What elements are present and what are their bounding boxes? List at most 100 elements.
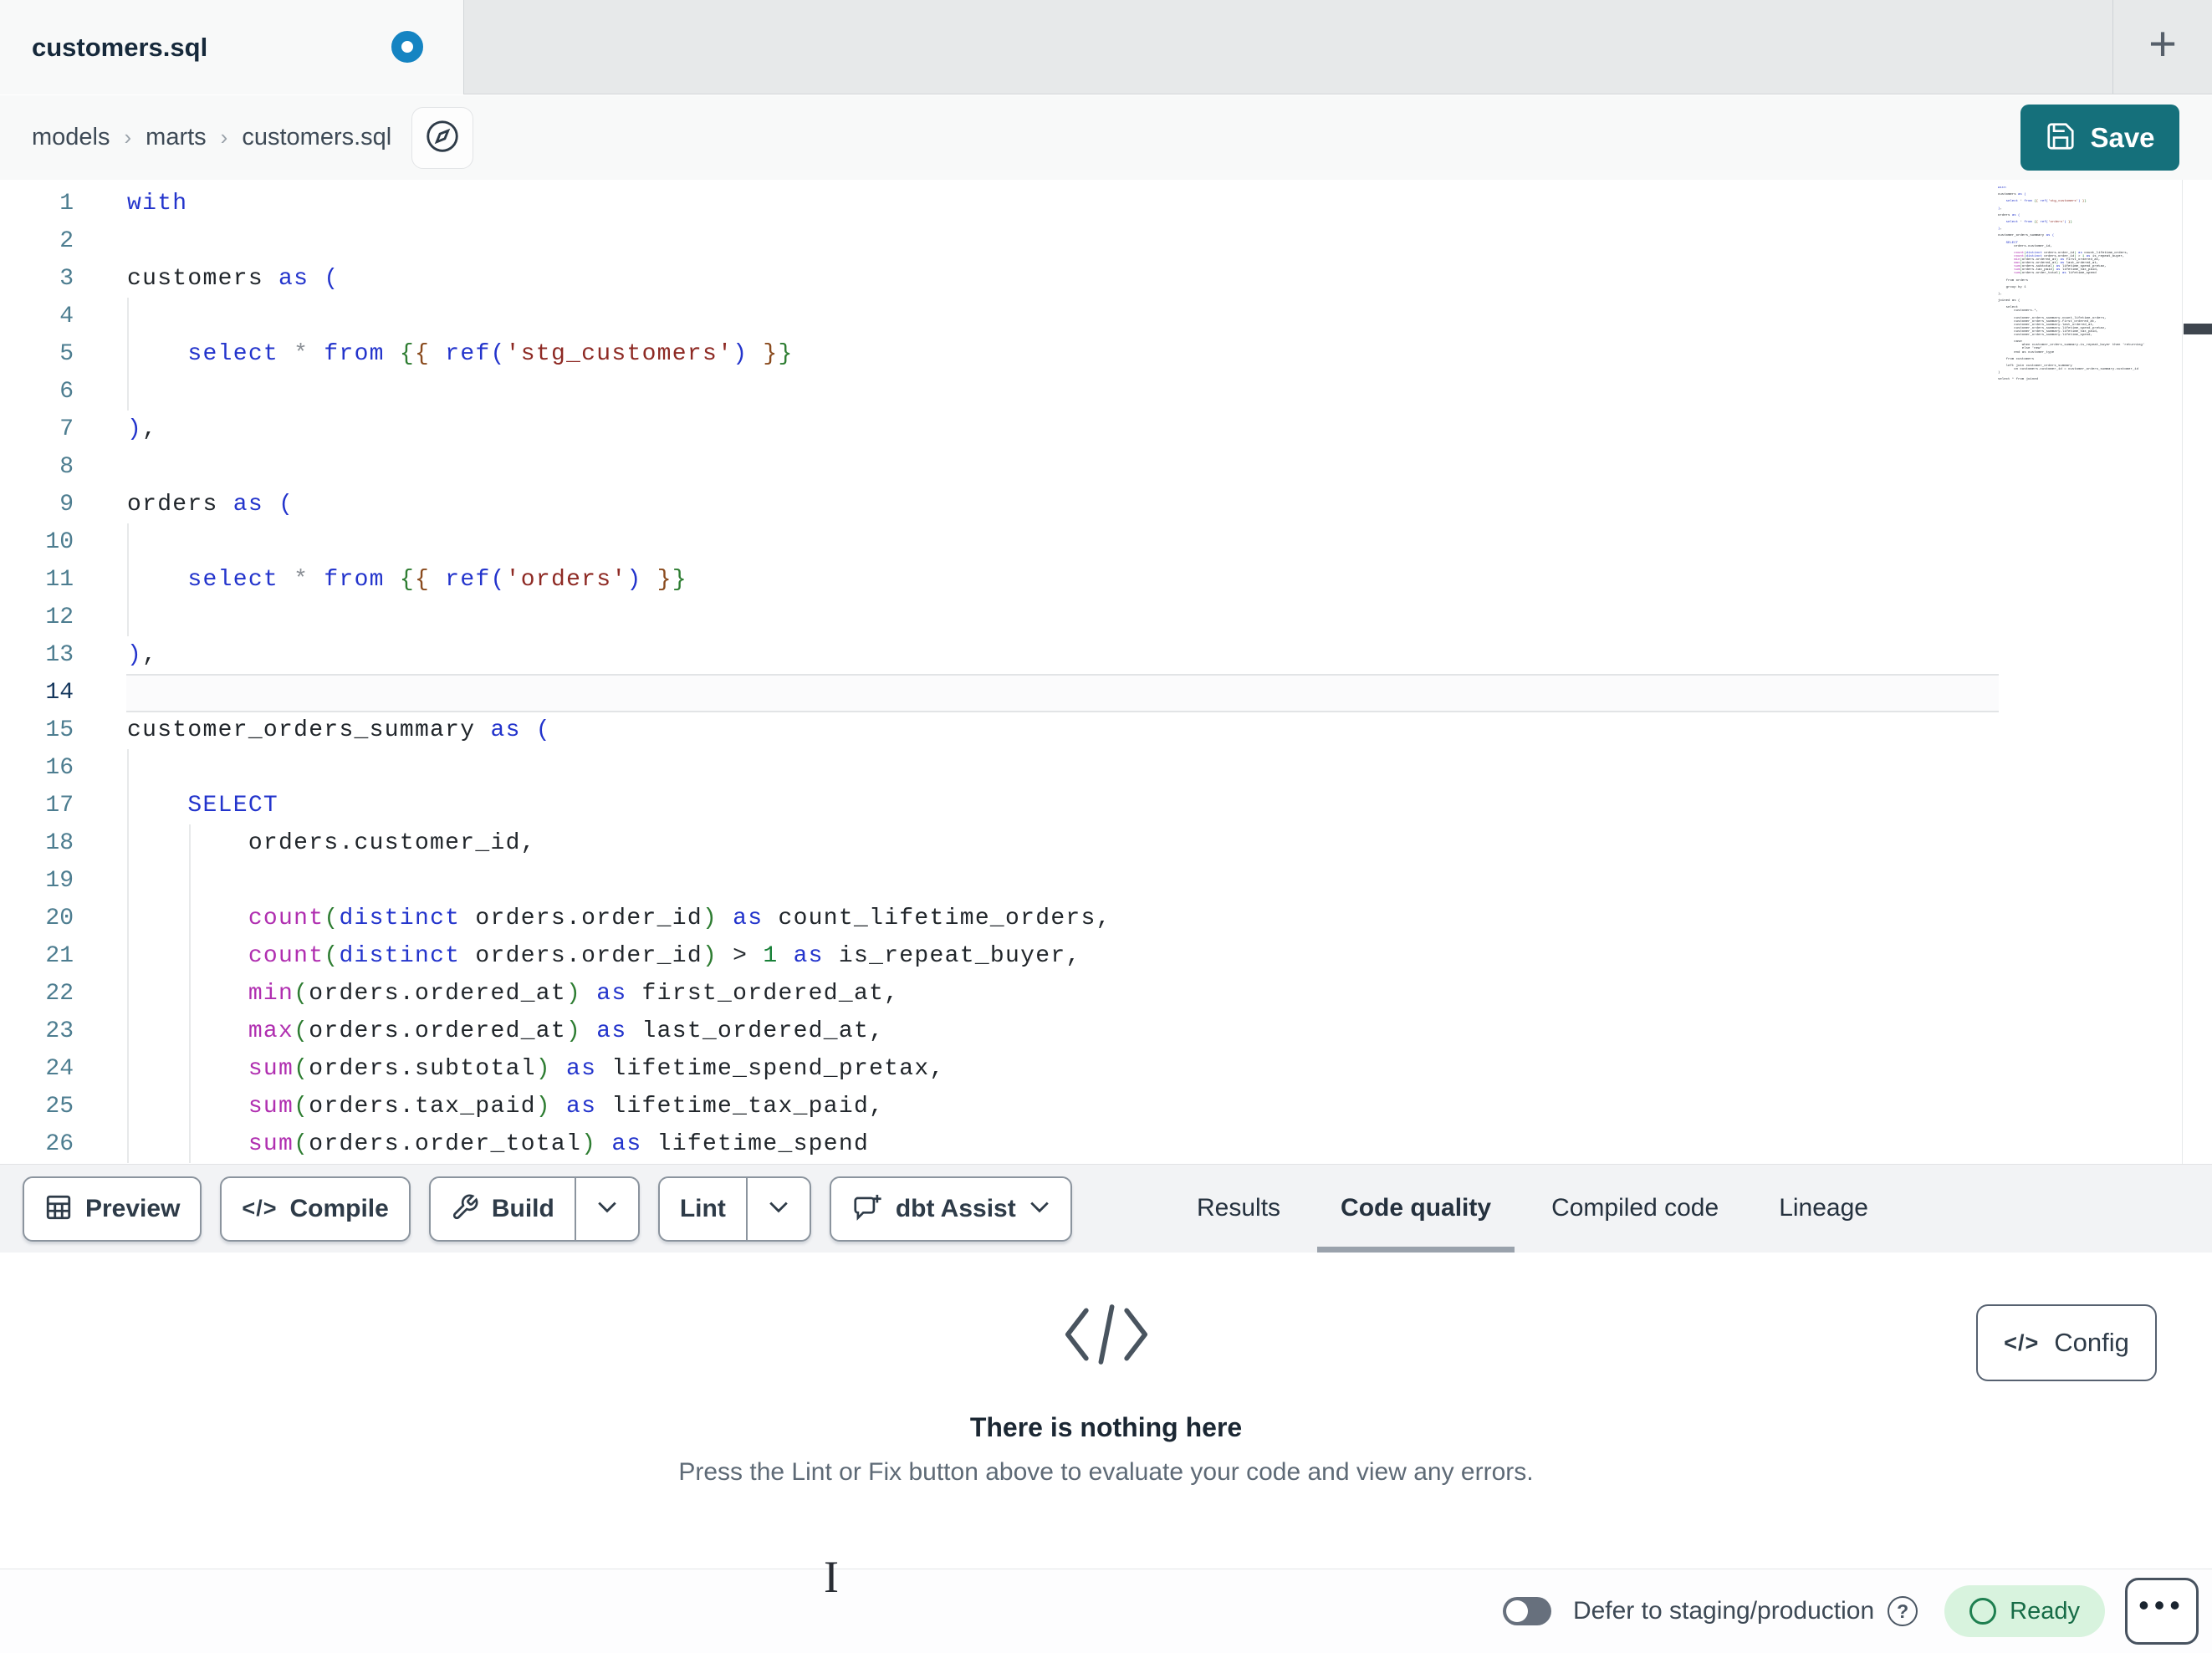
status-bar: Defer to staging/production ? Ready •••: [0, 1569, 2212, 1653]
code-line-3[interactable]: customers as (: [127, 260, 1995, 298]
dbt-assist-label: dbt Assist: [895, 1194, 1016, 1222]
code-line-20[interactable]: count(distinct orders.order_id) as count…: [127, 900, 1995, 937]
tab-compiled-code[interactable]: Compiled code: [1521, 1164, 1749, 1253]
line-number: 11: [45, 567, 74, 593]
line-number: 12: [45, 605, 74, 630]
line-number: 14: [45, 680, 74, 706]
line-number: 13: [45, 642, 74, 668]
line-number: 15: [45, 717, 74, 743]
wrench-icon: [451, 1193, 479, 1224]
help-icon[interactable]: ?: [1888, 1596, 1918, 1626]
compile-label: Compile: [289, 1194, 389, 1222]
breadcrumb-bar: models › marts › customers.sql Save: [0, 95, 2212, 180]
code-brackets-empty-icon: [1051, 1304, 1162, 1376]
code-line-26[interactable]: sum(orders.order_total) as lifetime_spen…: [127, 1125, 1995, 1163]
assist-chat-plus-icon: [851, 1191, 883, 1226]
dbt-assist-button[interactable]: dbt Assist: [829, 1176, 1072, 1242]
code-line-12[interactable]: [127, 599, 1995, 636]
unsaved-changes-dot-icon: [391, 31, 423, 63]
results-panel-tabs: Results Code quality Compiled code Linea…: [1167, 1164, 1898, 1253]
new-tab-button[interactable]: +: [2112, 0, 2212, 94]
text-cursor: I: [824, 1552, 839, 1602]
code-line-1[interactable]: with: [127, 185, 1995, 222]
chevron-down-icon: [596, 1201, 618, 1217]
code-line-19[interactable]: [127, 862, 1995, 900]
line-number: 7: [59, 416, 74, 442]
defer-label: Defer to staging/production: [1572, 1597, 1875, 1625]
code-line-15[interactable]: customer_orders_summary as (: [127, 712, 1995, 749]
code-line-18[interactable]: orders.customer_id,: [127, 824, 1995, 862]
breadcrumb-separator: ›: [220, 125, 228, 150]
code-line-2[interactable]: [127, 222, 1995, 260]
code-brackets-icon: </>: [242, 1196, 278, 1221]
explore-compass-button[interactable]: [411, 106, 474, 169]
line-number: 22: [45, 981, 74, 1007]
tab-results[interactable]: Results: [1167, 1164, 1310, 1253]
code-editor[interactable]: 1 2 3 4 5 6 7 8 9 10 11 12 13 14 15 16 17 18 19 20 21 22 23 24 2…: [0, 180, 2212, 1164]
breadcrumb-separator: ›: [124, 125, 132, 150]
line-number: 1: [59, 191, 74, 217]
plus-icon: +: [2148, 16, 2177, 71]
code-line-5[interactable]: select * from {{ ref('stg_customers') }}: [127, 335, 1995, 373]
tab-customers-sql[interactable]: customers.sql: [0, 0, 464, 94]
chevron-down-icon: [1029, 1201, 1050, 1217]
code-content[interactable]: with customers as ( select * from {{ ref(…: [127, 185, 1995, 1163]
tab-title: customers.sql: [32, 32, 208, 62]
minimap-divider: [2182, 180, 2183, 1164]
lint-dropdown-button[interactable]: [748, 1178, 810, 1240]
tabbar-spacer: [464, 0, 2112, 94]
line-number: 19: [45, 868, 74, 894]
save-button-label: Save: [2090, 121, 2155, 153]
line-number: 17: [45, 793, 74, 819]
build-label: Build: [491, 1194, 554, 1222]
tab-bar: customers.sql +: [0, 0, 2212, 94]
code-line-17[interactable]: SELECT: [127, 787, 1995, 824]
build-button[interactable]: Build: [428, 1176, 640, 1242]
line-number: 4: [59, 304, 74, 329]
build-dropdown-button[interactable]: [576, 1178, 638, 1240]
code-line-24[interactable]: sum(orders.subtotal) as lifetime_spend_p…: [127, 1050, 1995, 1088]
preview-label: Preview: [85, 1194, 181, 1222]
empty-state-subtitle: Press the Lint or Fix button above to ev…: [678, 1458, 1534, 1486]
line-number: 25: [45, 1094, 74, 1120]
overflow-menu-button[interactable]: •••: [2125, 1578, 2199, 1645]
code-line-6[interactable]: [127, 373, 1995, 411]
ready-circle-icon: [1969, 1598, 1997, 1625]
code-line-23[interactable]: max(orders.ordered_at) as last_ordered_a…: [127, 1013, 1995, 1050]
code-line-10[interactable]: [127, 523, 1995, 561]
save-icon: [2045, 120, 2077, 155]
defer-toggle[interactable]: [1502, 1597, 1551, 1625]
line-number: 20: [45, 906, 74, 931]
tab-code-quality[interactable]: Code quality: [1310, 1164, 1521, 1253]
code-line-22[interactable]: min(orders.ordered_at) as first_ordered_…: [127, 975, 1995, 1013]
breadcrumb-marts[interactable]: marts: [146, 124, 207, 151]
code-line-11[interactable]: select * from {{ ref('orders') }}: [127, 561, 1995, 599]
config-button-label: Config: [2054, 1328, 2129, 1357]
line-number: 23: [45, 1018, 74, 1044]
compile-button[interactable]: </> Compile: [220, 1176, 411, 1242]
lint-button[interactable]: Lint: [657, 1176, 811, 1242]
code-line-21[interactable]: count(distinct orders.order_id) > 1 as i…: [127, 937, 1995, 975]
lint-label: Lint: [679, 1194, 726, 1222]
preview-button[interactable]: Preview: [23, 1176, 202, 1242]
code-line-13[interactable]: ),: [127, 636, 1995, 674]
status-badge: Ready: [1944, 1585, 2105, 1637]
breadcrumb-models[interactable]: models: [32, 124, 110, 151]
line-number: 5: [59, 341, 74, 367]
code-line-7[interactable]: ),: [127, 411, 1995, 448]
minimap[interactable]: with customers as ( select * from {{ ref…: [1998, 186, 2180, 538]
compass-icon: [423, 117, 462, 158]
line-number: 9: [59, 492, 74, 518]
code-line-25[interactable]: sum(orders.tax_paid) as lifetime_tax_pai…: [127, 1088, 1995, 1125]
code-line-16[interactable]: [127, 749, 1995, 787]
code-line-8[interactable]: [127, 448, 1995, 486]
code-line-9[interactable]: orders as (: [127, 486, 1995, 523]
scrollbar-marker[interactable]: [2184, 324, 2212, 334]
line-number: 6: [59, 379, 74, 405]
code-line-4[interactable]: [127, 298, 1995, 335]
config-button[interactable]: </> Config: [1976, 1304, 2157, 1381]
code-line-14[interactable]: [127, 674, 1995, 712]
toggle-knob: [1505, 1600, 1528, 1622]
tab-lineage[interactable]: Lineage: [1749, 1164, 1898, 1253]
save-button[interactable]: Save: [2020, 105, 2179, 171]
